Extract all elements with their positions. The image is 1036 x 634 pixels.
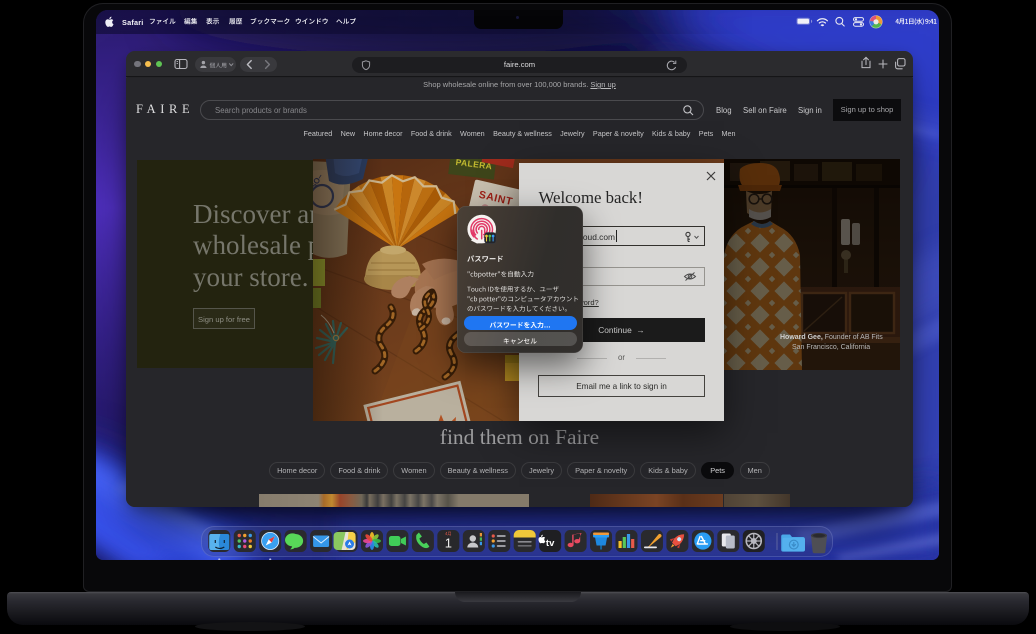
svg-text:tv: tv bbox=[546, 538, 555, 549]
svg-text:Howard Gee, Founder of AB Fits: Howard Gee, Founder of AB Fits bbox=[780, 334, 883, 341]
svg-text:San Francisco, California: San Francisco, California bbox=[792, 344, 870, 351]
svg-text:1: 1 bbox=[445, 536, 452, 551]
